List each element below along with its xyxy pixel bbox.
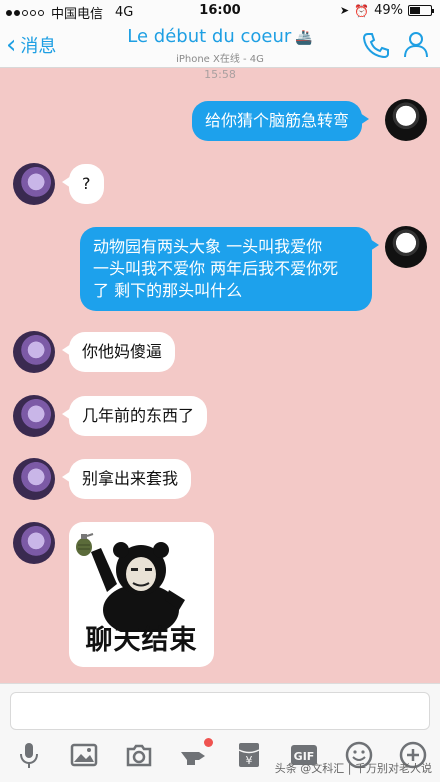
avatar-contact[interactable] bbox=[13, 395, 55, 437]
avatar-contact[interactable] bbox=[13, 163, 55, 205]
message-line: 了 剩下的那头叫什么 bbox=[93, 281, 243, 300]
red-packet-icon[interactable]: ¥ bbox=[234, 740, 264, 770]
battery-label: 49% bbox=[374, 3, 403, 18]
red-packet-label: ¥ bbox=[246, 754, 253, 767]
message-bubble-incoming[interactable]: 几年前的东西了 bbox=[61, 396, 208, 436]
location-icon: ➤ bbox=[339, 4, 350, 17]
message-bubble-incoming[interactable]: 别拿出来套我 bbox=[61, 459, 192, 499]
notification-dot bbox=[204, 738, 213, 747]
status-bar: 中国电信 4G 16:00 ➤ ⏰ 49% bbox=[0, 0, 440, 22]
chat-title: Le début du coeur bbox=[127, 26, 292, 47]
avatar-contact[interactable] bbox=[13, 458, 55, 500]
battery-icon bbox=[408, 5, 434, 16]
profile-icon[interactable] bbox=[402, 30, 430, 58]
composer-area: ¥ GIF 头条 @文科汇 | 千万别对老人说 bbox=[0, 683, 440, 782]
microphone-icon[interactable] bbox=[14, 740, 44, 770]
avatar-self[interactable] bbox=[385, 99, 427, 141]
message-bubble-outgoing[interactable]: 给你猜个脑筋急转弯 bbox=[192, 101, 370, 141]
message-timestamp: 15:58 bbox=[204, 68, 236, 81]
camera-icon[interactable] bbox=[124, 740, 154, 770]
avatar-self[interactable] bbox=[385, 226, 427, 268]
message-input[interactable] bbox=[10, 692, 430, 730]
grenade-icon bbox=[76, 533, 94, 556]
phone-icon[interactable] bbox=[362, 32, 390, 58]
image-icon[interactable] bbox=[69, 740, 99, 770]
nav-bar: ‹ 消息 Le début du coeur 🚢 iPhone X在线 - 4G bbox=[0, 22, 440, 68]
watermark: 头条 @文科汇 | 千万别对老人说 bbox=[274, 762, 432, 775]
message-line: 动物园有两头大象 一头叫我爱你 bbox=[93, 237, 323, 256]
avatar-contact[interactable] bbox=[13, 522, 55, 564]
sticker-caption: 聊天结束 bbox=[85, 625, 198, 656]
status-right: ➤ ⏰ 49% bbox=[339, 3, 434, 18]
avatar-contact[interactable] bbox=[13, 331, 55, 373]
message-line: 一头叫我不爱你 两年后我不爱你死 bbox=[93, 259, 339, 278]
ship-icon: 🚢 bbox=[295, 30, 313, 46]
alarm-icon: ⏰ bbox=[354, 3, 370, 18]
message-bubble-incoming[interactable]: ? bbox=[62, 164, 104, 204]
message-bubble-outgoing[interactable]: 动物园有两头大象 一头叫我爱你 一头叫我不爱你 两年后我不爱你死 了 剩下的那头… bbox=[80, 227, 379, 311]
message-bubble-incoming[interactable]: 你他妈傻逼 bbox=[61, 332, 176, 372]
